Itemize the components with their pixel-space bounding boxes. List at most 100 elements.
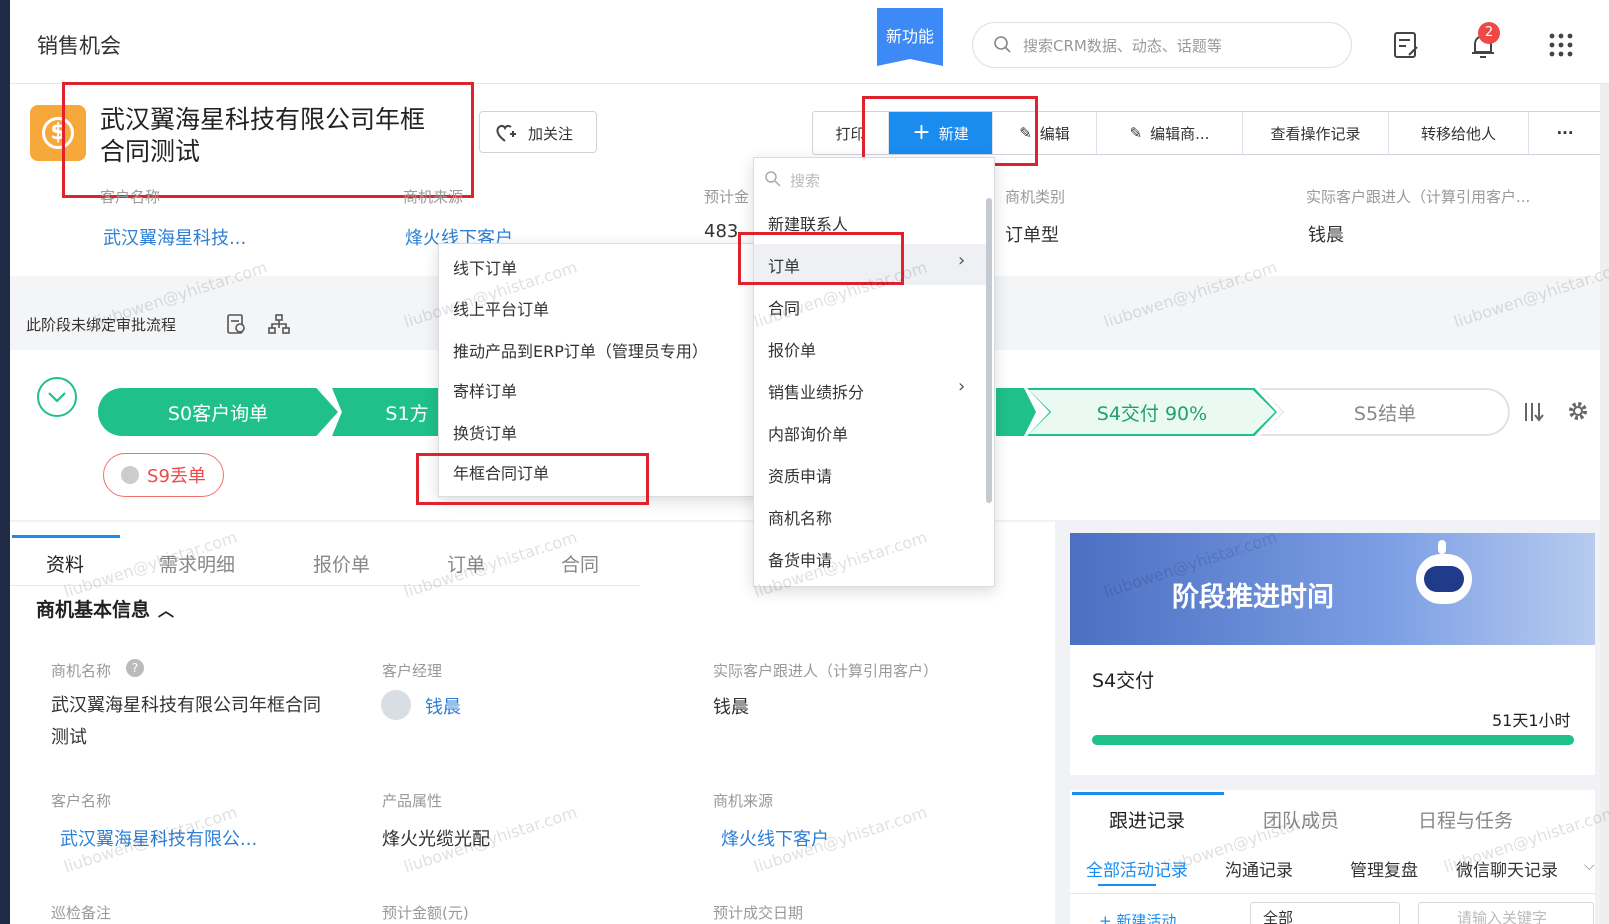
history-button[interactable]: 查看操作记录 bbox=[1243, 112, 1389, 154]
new-activity-button[interactable]: + 新建活动 bbox=[1099, 910, 1176, 924]
notification-badge: 2 bbox=[1478, 22, 1500, 44]
follow-icon bbox=[496, 124, 516, 142]
new-dropdown-menu: 搜索 新建联系人 订单 › 合同 报价单 销售业绩拆分 › 内部询价单 资质申请… bbox=[753, 157, 995, 587]
section-title-text: 商机基本信息 bbox=[36, 599, 151, 621]
menu-item-quote[interactable]: 报价单 bbox=[768, 337, 816, 361]
field-label: 产品属性 bbox=[382, 792, 443, 810]
menu-scrollbar[interactable] bbox=[986, 198, 992, 503]
search-placeholder: 搜索CRM数据、动态、话题等 bbox=[1023, 37, 1222, 55]
lost-avatar-icon bbox=[121, 466, 140, 484]
tab-info[interactable]: 资料 bbox=[46, 550, 84, 577]
transfer-label: 转移给他人 bbox=[1420, 124, 1496, 143]
stage-s0[interactable]: S0客户询单 bbox=[98, 388, 338, 436]
summary-source-label: 商机来源 bbox=[403, 188, 464, 206]
field-label: 实际客户跟进人（计算引用客户） bbox=[713, 662, 939, 680]
follow-label: 加关注 bbox=[528, 125, 574, 143]
submenu-item-exchange-order[interactable]: 换货订单 bbox=[453, 420, 517, 444]
field-value: 武汉翼海星科技有限公司年框合同测试 bbox=[51, 695, 321, 748]
edit-biz-button[interactable]: ✎ 编辑商... bbox=[1097, 112, 1243, 154]
activity-tab-schedule[interactable]: 日程与任务 bbox=[1418, 806, 1513, 833]
search-icon bbox=[994, 36, 1011, 53]
summary-category-value: 订单型 bbox=[1005, 225, 1059, 246]
field-value: 钱晨 bbox=[713, 697, 749, 718]
subtab-communication[interactable]: 沟通记录 bbox=[1225, 856, 1293, 881]
summary-amount-value: 483 bbox=[704, 221, 739, 242]
page-title: 销售机会 bbox=[37, 34, 121, 58]
current-stage-name: S4交付 bbox=[1092, 670, 1155, 692]
stage-lost-button[interactable]: S9丢单 bbox=[103, 453, 224, 497]
activity-divider bbox=[1070, 893, 1595, 894]
activity-search-input[interactable]: 请输入关键字 bbox=[1418, 902, 1594, 924]
follow-button[interactable]: 加关注 bbox=[479, 111, 597, 153]
field-value-link[interactable]: 钱晨 bbox=[425, 693, 461, 719]
settings-gear-icon[interactable] bbox=[1566, 399, 1590, 423]
collapse-chevron-icon[interactable]: ︿ bbox=[158, 601, 174, 620]
stage-progress-track bbox=[1092, 735, 1574, 745]
stage-s4-inner: S4交付 90% bbox=[1029, 390, 1275, 434]
section-title: 商机基本信息 ︿ bbox=[36, 595, 174, 622]
submenu-item-offline-order[interactable]: 线下订单 bbox=[453, 255, 517, 279]
apps-grid-icon[interactable] bbox=[1545, 29, 1577, 61]
highlight-new-button bbox=[862, 96, 1038, 166]
avatar bbox=[381, 690, 411, 720]
field-label: 客户名称 bbox=[51, 792, 112, 810]
help-icon[interactable]: ? bbox=[126, 659, 144, 677]
summary-customer-link[interactable]: 武汉翼海星科技... bbox=[103, 224, 246, 250]
stage-s4-label: S4交付 90% bbox=[1096, 402, 1208, 425]
stage-s5-label: S5结单 bbox=[1353, 402, 1417, 425]
stage-duration: 51天1小时 bbox=[1492, 711, 1571, 730]
menu-item-internal-inquiry[interactable]: 内部询价单 bbox=[768, 421, 848, 445]
stage-s1[interactable]: S1方 bbox=[332, 388, 442, 436]
new-feature-badge[interactable]: 新功能 bbox=[877, 8, 943, 66]
summary-amount-label: 预计金 bbox=[704, 188, 750, 206]
submenu-item-sample-order[interactable]: 寄样订单 bbox=[453, 378, 517, 402]
summary-follower-value: 钱晨 bbox=[1308, 225, 1344, 246]
field-label: 预计金额(元) bbox=[382, 904, 469, 922]
field-label: 商机名称 bbox=[51, 662, 112, 680]
chevron-right-icon: › bbox=[958, 376, 966, 397]
tab-quotes[interactable]: 报价单 bbox=[313, 550, 370, 577]
org-chart-icon[interactable] bbox=[268, 313, 290, 335]
menu-search-icon bbox=[765, 171, 781, 187]
subtab-review[interactable]: 管理复盘 bbox=[1350, 856, 1418, 881]
activity-filter-select[interactable]: 全部 bbox=[1250, 902, 1400, 924]
chevron-down-icon[interactable]: ⌵ bbox=[1584, 858, 1595, 874]
activity-search-placeholder: 请输入关键字 bbox=[1457, 909, 1548, 924]
field-label: 巡检备注 bbox=[51, 904, 112, 922]
global-search-input[interactable]: 搜索CRM数据、动态、话题等 bbox=[972, 22, 1352, 68]
field-label: 商机来源 bbox=[713, 792, 774, 810]
robot-mascot-icon bbox=[1410, 540, 1478, 620]
banner-title: 阶段推进时间 bbox=[1172, 582, 1334, 613]
menu-search-input[interactable]: 搜索 bbox=[790, 170, 820, 191]
chevron-right-icon: › bbox=[958, 250, 966, 271]
pencil-icon: ✎ bbox=[1129, 124, 1143, 142]
submenu-item-erp-order[interactable]: 推动产品到ERP订单（管理员专用） bbox=[453, 338, 708, 362]
activity-tab-follow[interactable]: 跟进记录 bbox=[1109, 806, 1185, 833]
left-nav-strip bbox=[0, 0, 10, 924]
more-label: ··· bbox=[1556, 124, 1574, 142]
edit-biz-label: 编辑商... bbox=[1150, 124, 1210, 143]
menu-item-opportunity-name[interactable]: 商机名称 bbox=[768, 505, 832, 529]
stage-s5-inner: S5结单 bbox=[1262, 390, 1508, 434]
more-button[interactable]: ··· bbox=[1529, 112, 1601, 154]
menu-item-sales-split[interactable]: 销售业绩拆分 bbox=[768, 379, 864, 403]
tab-contracts[interactable]: 合同 bbox=[561, 550, 599, 577]
stage-s4[interactable]: S4交付 90% bbox=[1027, 388, 1277, 436]
stage-sort-icon[interactable] bbox=[1522, 400, 1546, 424]
approval-doc-icon[interactable] bbox=[225, 313, 247, 335]
stage-s1-label: S1方 bbox=[385, 402, 429, 425]
field-label: 预计成交日期 bbox=[713, 904, 804, 922]
menu-item-qualification[interactable]: 资质申请 bbox=[768, 463, 832, 487]
page-scrollbar[interactable] bbox=[1600, 84, 1609, 924]
notes-icon[interactable] bbox=[1390, 29, 1422, 61]
summary-follower-label: 实际客户跟进人（计算引用客户... bbox=[1306, 188, 1531, 206]
summary-category-label: 商机类别 bbox=[1005, 188, 1066, 206]
tab-active-indicator bbox=[12, 535, 120, 538]
summary-customer-label: 客户名称 bbox=[100, 188, 161, 206]
collapse-stage-icon[interactable] bbox=[36, 376, 78, 418]
stage-lost-label: S9丢单 bbox=[147, 466, 206, 487]
filter-value: 全部 bbox=[1263, 909, 1294, 924]
top-bar bbox=[10, 0, 1609, 84]
stage-s5[interactable]: S5结单 bbox=[1260, 388, 1510, 436]
transfer-button[interactable]: 转移给他人 bbox=[1389, 112, 1529, 154]
